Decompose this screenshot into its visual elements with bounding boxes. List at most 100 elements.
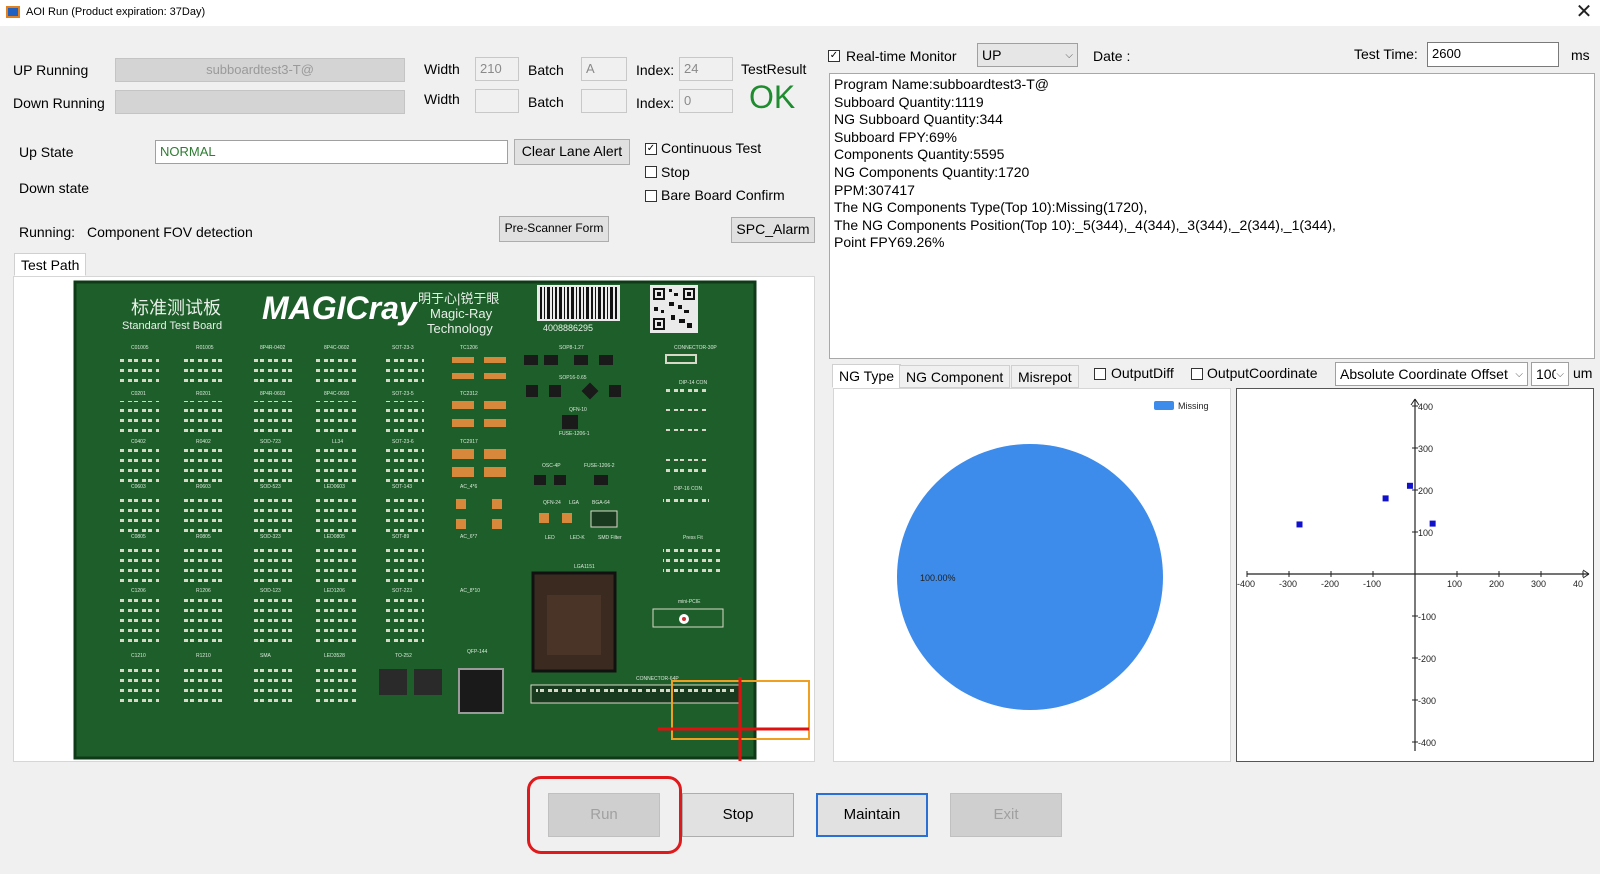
down-program-field[interactable]	[115, 90, 405, 114]
up-batch-label: Batch	[528, 62, 564, 78]
tab-ng-component[interactable]: NG Component	[899, 365, 1011, 388]
ng-type-pie-panel: 100.00% Missing	[833, 388, 1231, 762]
y-tick-label: -200	[1418, 654, 1436, 664]
board-motto: 明于心|锐于眼	[418, 291, 499, 306]
svg-text:R0805: R0805	[196, 534, 211, 540]
up-index-field[interactable]: 24	[679, 57, 733, 81]
running-label: Running:	[19, 224, 76, 240]
svg-text:Press Fit: Press Fit	[683, 535, 703, 541]
company-line2: Technology	[427, 321, 493, 336]
continuous-test-label: Continuous Test	[661, 140, 762, 156]
tab-ng-type[interactable]: NG Type	[832, 364, 901, 388]
svg-text:R0402: R0402	[196, 439, 211, 445]
svg-text:C0805: C0805	[131, 534, 146, 540]
exit-button[interactable]: Exit	[950, 793, 1062, 837]
barcode-number: 4008886295	[543, 323, 593, 333]
y-tick-label: 100	[1418, 528, 1433, 538]
output-coordinate-label: OutputCoordinate	[1207, 365, 1318, 381]
svg-text:C0402: C0402	[131, 439, 146, 445]
scale-unit: um	[1573, 365, 1593, 381]
y-tick-label: 200	[1418, 486, 1433, 496]
test-time-field[interactable]: 2600	[1427, 42, 1559, 67]
pcb-board-image: 标准测试板 Standard Test Board MAGICray 明于心|锐…	[73, 280, 810, 761]
svg-text:FUSE-1206-1: FUSE-1206-1	[559, 431, 590, 437]
tab-test-path[interactable]: Test Path	[14, 253, 87, 276]
svg-text:LED0603: LED0603	[324, 484, 345, 490]
x-tick-label: 100	[1447, 579, 1462, 589]
board-title-cn: 标准测试板	[131, 298, 221, 318]
svg-text:8P4C-0603: 8P4C-0603	[324, 391, 350, 397]
up-width-label: Width	[424, 61, 460, 77]
svg-text:TC1206: TC1206	[460, 345, 478, 351]
down-batch-label: Batch	[528, 94, 564, 110]
info-line: Point FPY69.26%	[834, 234, 945, 251]
up-state-field[interactable]: NORMAL	[155, 140, 508, 164]
board-title-en: Standard Test Board	[122, 320, 222, 332]
coordinate-offset-scatter: -400 -300 -200 -100 100 200 300 40 400 300 200 100 -…	[1237, 398, 1590, 751]
date-label: Date :	[1093, 48, 1131, 64]
svg-text:SOD-523: SOD-523	[260, 484, 281, 490]
realtime-monitor-checkbox[interactable]: ✓	[828, 50, 840, 62]
spc-alarm-button[interactable]: SPC_Alarm	[731, 217, 815, 243]
tab-misrepot[interactable]: Misrepot	[1011, 365, 1079, 388]
svg-text:SOT-23-6: SOT-23-6	[392, 439, 414, 445]
info-line: PPM:307417	[834, 181, 915, 198]
svg-text:LED3528: LED3528	[324, 653, 345, 659]
up-index-label: Index:	[636, 62, 675, 78]
run-button[interactable]: Run	[548, 793, 660, 837]
x-tick-label: 200	[1489, 579, 1504, 589]
svg-text:LGA1151: LGA1151	[574, 564, 595, 570]
svg-text:LED1206: LED1206	[324, 588, 345, 594]
info-line: NG Subboard Quantity:344	[834, 111, 1003, 128]
chevron-down-icon: ⌵	[1065, 50, 1073, 61]
x-tick-label: 300	[1531, 579, 1546, 589]
scale-select[interactable]: 100 ⌵	[1531, 362, 1569, 386]
legend-swatch	[1154, 401, 1174, 410]
svg-text:SOT-23-5: SOT-23-5	[392, 391, 414, 397]
lane-select[interactable]: UP ⌵	[977, 43, 1078, 67]
svg-text:R0603: R0603	[196, 484, 211, 490]
stop-button[interactable]: Stop	[682, 793, 794, 837]
up-width-field[interactable]: 210	[475, 57, 519, 81]
maintain-button[interactable]: Maintain	[816, 793, 928, 837]
title-bar	[0, 0, 1600, 26]
svg-text:SOT-143: SOT-143	[392, 484, 412, 490]
pre-scanner-form-button[interactable]: Pre-Scanner Form	[499, 216, 609, 242]
svg-text:BGA-64: BGA-64	[592, 500, 610, 506]
x-tick-label: -300	[1279, 579, 1297, 589]
offset-select[interactable]: Absolute Coordinate Offset ⌵	[1335, 362, 1528, 386]
brand-logo: MAGICray	[262, 290, 419, 326]
x-tick-label: -100	[1363, 579, 1381, 589]
chevron-down-icon: ⌵	[1513, 366, 1523, 384]
stop-checkbox[interactable]	[645, 166, 657, 178]
down-index-field[interactable]: 0	[679, 89, 733, 113]
down-batch-field[interactable]	[581, 89, 627, 113]
output-coordinate-checkbox[interactable]	[1191, 368, 1203, 380]
svg-text:SMD Filter: SMD Filter	[598, 535, 622, 541]
svg-text:C1210: C1210	[131, 653, 146, 659]
svg-text:AC_6*7: AC_6*7	[460, 534, 477, 540]
svg-text:OSC-4P: OSC-4P	[542, 463, 561, 469]
lane-select-value: UP	[982, 47, 1002, 63]
down-width-field[interactable]	[475, 89, 519, 113]
info-line: Program Name:subboardtest3-T@	[834, 76, 1049, 92]
clear-lane-alert-button[interactable]: Clear Lane Alert	[514, 139, 630, 165]
svg-text:SOP16-0.65: SOP16-0.65	[559, 375, 587, 381]
output-diff-checkbox[interactable]	[1094, 368, 1106, 380]
down-running-label: Down Running	[13, 95, 105, 111]
bare-board-confirm-checkbox[interactable]	[645, 190, 657, 202]
svg-text:8P4R-0402: 8P4R-0402	[260, 345, 286, 351]
test-path-panel: 标准测试板 Standard Test Board MAGICray 明于心|锐…	[13, 276, 815, 762]
statistics-text-area[interactable]: Program Name:subboardtest3-T@ Subboard Q…	[829, 73, 1595, 359]
close-icon[interactable]: ✕	[1572, 1, 1596, 25]
svg-text:SMA: SMA	[260, 653, 272, 659]
svg-text:LED0805: LED0805	[324, 534, 345, 540]
svg-text:DIP-14 CON: DIP-14 CON	[679, 380, 707, 386]
continuous-test-checkbox[interactable]: ✓	[645, 143, 657, 155]
up-program-field[interactable]: subboardtest3-T@	[115, 58, 405, 82]
up-batch-field[interactable]: A	[581, 57, 627, 81]
svg-text:LED: LED	[545, 535, 555, 541]
realtime-monitor-label: Real-time Monitor	[846, 48, 957, 64]
svg-text:AC_8*10: AC_8*10	[460, 588, 480, 594]
y-tick-label: 300	[1418, 444, 1433, 454]
